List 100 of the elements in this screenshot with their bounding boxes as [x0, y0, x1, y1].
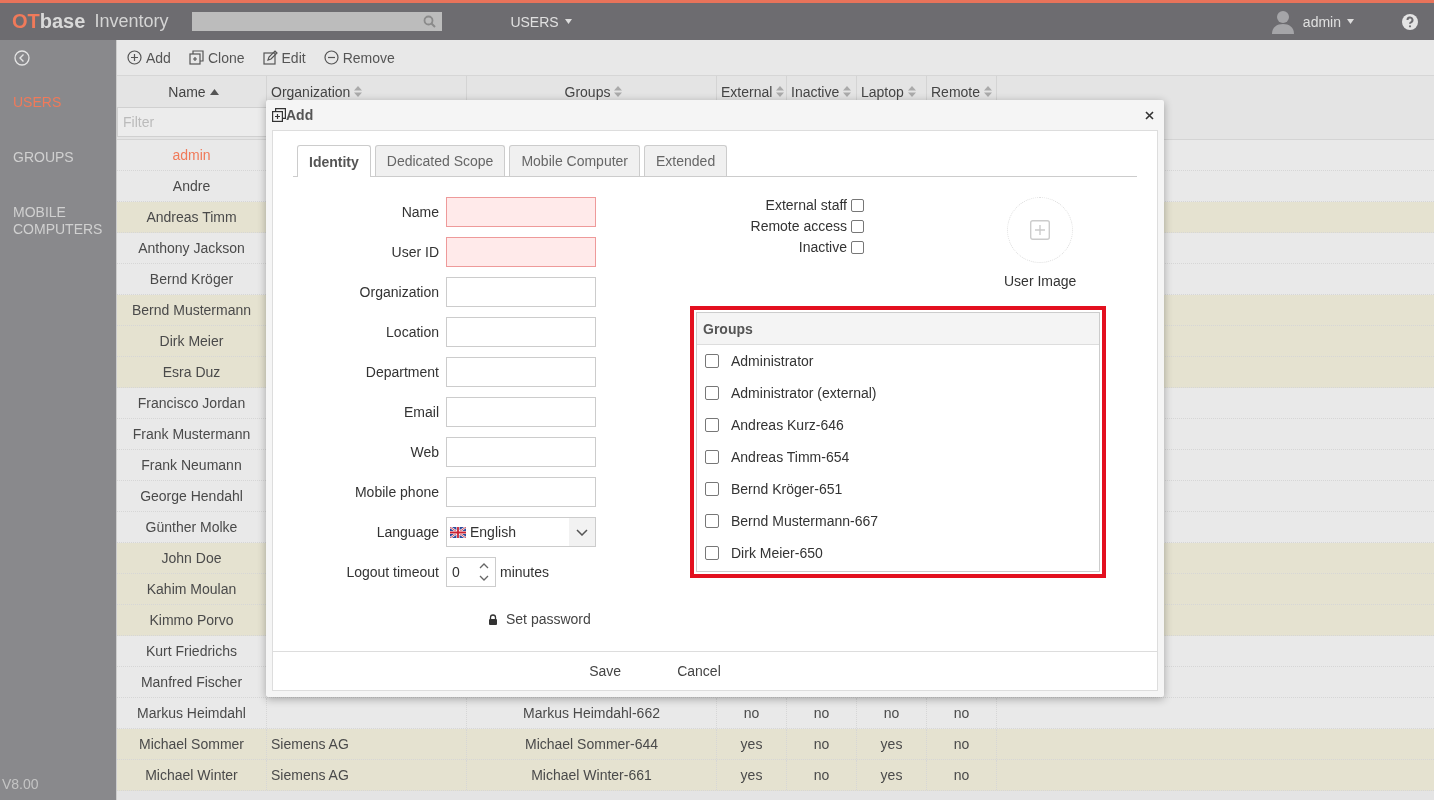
- checkbox[interactable]: [705, 482, 719, 496]
- search-field[interactable]: [192, 12, 443, 31]
- checkbox-label: External staff: [765, 197, 847, 213]
- toolbar-button[interactable]: Remove: [323, 49, 395, 66]
- table-cell: Kurt Friedrichs: [146, 643, 237, 659]
- checkbox[interactable]: [851, 240, 864, 254]
- language-select[interactable]: English: [446, 517, 596, 547]
- table-cell: no: [883, 705, 900, 721]
- field-label: Language: [375, 523, 439, 542]
- table-cell: Siemens AG: [271, 736, 349, 752]
- input-field[interactable]: [446, 437, 596, 467]
- cancel-button[interactable]: Cancel: [669, 659, 729, 683]
- table-cell: Günther Molke: [145, 519, 238, 535]
- table-cell: Andre: [172, 178, 211, 194]
- sort-icon: [354, 86, 363, 97]
- table-cell: Anthony Jackson: [138, 240, 245, 256]
- table-row[interactable]: Markus Heimdahl Markus Heimdahl-662 no no no no: [117, 698, 1434, 729]
- checkbox[interactable]: [705, 386, 719, 400]
- table-cell: Siemens AG: [271, 767, 349, 783]
- tab[interactable]: Extended: [644, 145, 728, 176]
- table-cell: Frank Neumann: [141, 457, 242, 473]
- table-cell: Andreas Timm: [146, 209, 237, 225]
- lock-icon: [488, 613, 498, 625]
- checkbox-label: Bernd Mustermann-667: [731, 513, 879, 529]
- input-field[interactable]: [446, 277, 596, 307]
- search-icon: [423, 15, 437, 28]
- app-title: Inventory: [94, 11, 169, 32]
- checkbox-label: Bernd Kröger-651: [731, 481, 843, 497]
- field-label: Mobile phone: [353, 483, 439, 502]
- sort-icon: [614, 86, 623, 97]
- table-cell: Dirk Meier: [159, 333, 224, 349]
- input-field[interactable]: [446, 317, 596, 347]
- table-cell: Esra Duz: [162, 364, 221, 380]
- checkbox[interactable]: [705, 450, 719, 464]
- field-label: User ID: [390, 243, 439, 262]
- toolbar-button[interactable]: Edit: [262, 49, 306, 66]
- table-cell: no: [953, 767, 970, 783]
- logo: OTbase: [12, 10, 86, 33]
- field-label: Department: [364, 363, 439, 382]
- sort-ascending-icon: [209, 88, 219, 95]
- table-cell: Markus Heimdahl-662: [523, 705, 660, 721]
- save-button[interactable]: Save: [581, 659, 630, 683]
- pencil-icon: [262, 50, 278, 65]
- table-cell: admin: [172, 147, 211, 163]
- caret-icon: [564, 19, 572, 24]
- input-field[interactable]: [446, 477, 596, 507]
- number-spinner[interactable]: 0: [446, 557, 496, 587]
- field-label: Logout timeout: [345, 563, 439, 582]
- clone-icon: [188, 50, 204, 65]
- help-icon[interactable]: [1402, 13, 1418, 30]
- checkbox[interactable]: [705, 546, 719, 560]
- checkbox-label: Remote access: [750, 218, 847, 234]
- tab[interactable]: Mobile Computer: [509, 145, 641, 176]
- input-field[interactable]: [446, 397, 596, 427]
- table-cell: Michael Winter-661: [531, 767, 652, 783]
- sort-icon: [776, 86, 785, 97]
- users-menu[interactable]: USERS: [510, 13, 572, 30]
- close-icon[interactable]: [1145, 110, 1154, 120]
- user-menu[interactable]: admin: [1302, 13, 1354, 30]
- sort-icon: [984, 86, 993, 97]
- table-cell: no: [813, 705, 830, 721]
- checkbox-label: Andreas Kurz-646: [731, 417, 844, 433]
- table-row[interactable]: Michael Winter Siemens AG Michael Winter-661 yes no yes no: [117, 760, 1434, 791]
- table-cell: no: [953, 705, 970, 721]
- input-field[interactable]: [446, 237, 596, 267]
- clone-icon: [272, 108, 286, 122]
- input-field[interactable]: [446, 197, 596, 227]
- checkbox[interactable]: [851, 219, 864, 233]
- dialog-title: Add: [286, 107, 314, 123]
- sort-icon: [843, 86, 852, 97]
- table-row[interactable]: Michael Sommer Siemens AG Michael Sommer-644 yes no yes no: [117, 729, 1434, 760]
- set-password-link[interactable]: Set password: [488, 611, 666, 627]
- checkbox[interactable]: [705, 418, 719, 432]
- checkbox[interactable]: [851, 198, 864, 212]
- minus-circle-icon: [323, 50, 339, 65]
- collapse-icon[interactable]: [14, 50, 30, 66]
- tab[interactable]: Identity: [297, 145, 371, 177]
- unit-label: minutes: [500, 564, 550, 580]
- table-cell: Manfred Fischer: [140, 674, 243, 690]
- spinner-arrows-icon[interactable]: [479, 562, 489, 582]
- table-cell: yes: [880, 767, 903, 783]
- plus-circle-icon: [127, 50, 142, 65]
- toolbar-button[interactable]: Add: [127, 49, 171, 66]
- table-cell: Frank Mustermann: [132, 426, 251, 442]
- checkbox[interactable]: [705, 354, 719, 368]
- user-image-label: User Image: [1004, 273, 1077, 289]
- checkbox-label: Andreas Timm-654: [731, 449, 850, 465]
- tab[interactable]: Dedicated Scope: [374, 145, 506, 176]
- table-cell: no: [813, 736, 830, 752]
- table-cell: Michael Winter: [145, 767, 238, 783]
- checkbox[interactable]: [705, 514, 719, 528]
- table-cell: Bernd Kröger: [149, 271, 234, 287]
- checkbox-label: Dirk Meier-650: [731, 545, 823, 561]
- checkbox-label: Administrator (external): [731, 385, 877, 401]
- chevron-down-icon: [576, 528, 588, 536]
- toolbar-button[interactable]: Clone: [188, 49, 245, 66]
- plus-icon: [1030, 220, 1051, 240]
- checkbox-label: Inactive: [798, 239, 847, 255]
- input-field[interactable]: [446, 357, 596, 387]
- table-cell: no: [953, 736, 970, 752]
